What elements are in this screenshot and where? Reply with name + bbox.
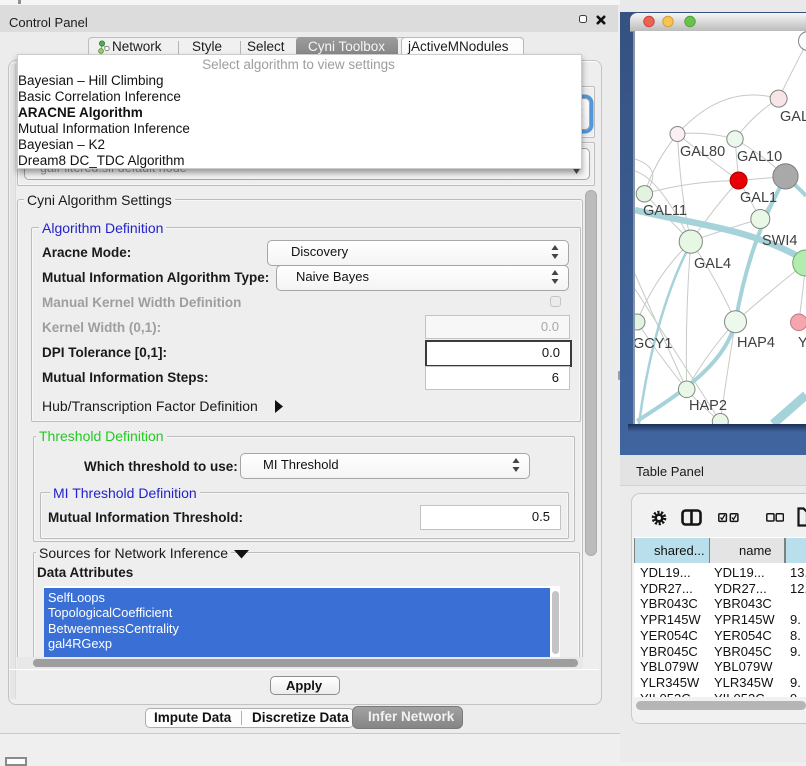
svg-text:GAL1: GAL1	[740, 190, 777, 206]
svg-text:HAP2: HAP2	[689, 398, 727, 414]
svg-text:SWI4: SWI4	[762, 233, 797, 249]
svg-text:Y: Y	[798, 335, 806, 351]
svg-text:GAL11: GAL11	[643, 203, 687, 219]
svg-text:GCY1: GCY1	[635, 336, 673, 352]
svg-text:GAL4: GAL4	[694, 256, 731, 272]
svg-text:GAL10: GAL10	[737, 149, 782, 165]
svg-text:HAP4: HAP4	[737, 335, 775, 351]
svg-text:GAL: GAL	[780, 109, 806, 125]
svg-text:GAL80: GAL80	[680, 144, 725, 160]
